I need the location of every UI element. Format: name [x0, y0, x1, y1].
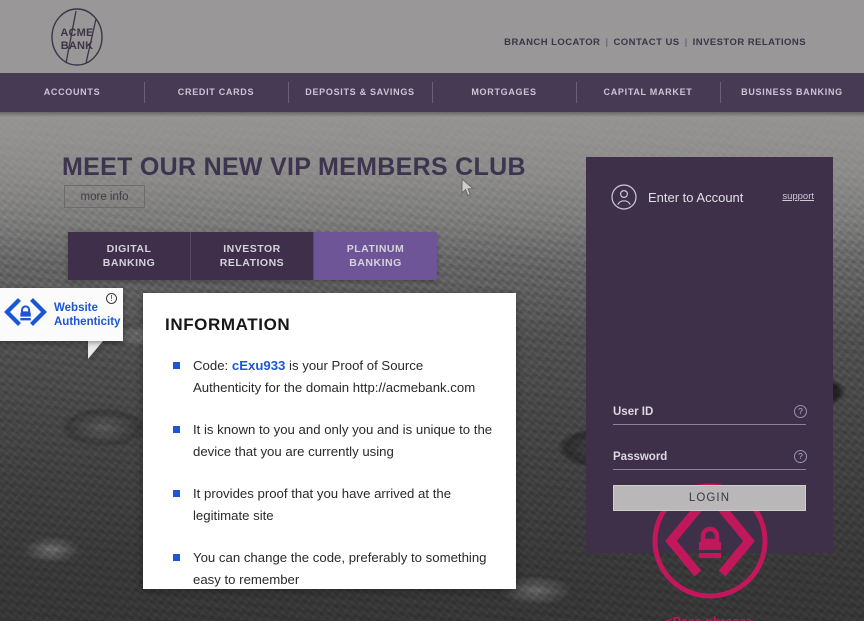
svg-text:BANK: BANK	[61, 40, 94, 52]
svg-text:ACME: ACME	[60, 27, 93, 39]
authenticity-badge-line2: Authenticity	[54, 315, 121, 328]
link-branch-locator[interactable]: BRANCH LOCATOR	[504, 37, 600, 48]
user-id-field[interactable]: User ID ?	[613, 405, 807, 425]
authenticity-badge-line1: Website	[54, 301, 98, 314]
tab-platinum-banking-line1: PLATINUM	[346, 243, 405, 255]
link-investor-relations[interactable]: INVESTOR RELATIONS	[693, 37, 806, 48]
authenticity-badge-label: Website Authenticity	[54, 301, 120, 329]
more-info-button[interactable]: more info	[64, 185, 145, 208]
info-item-2-text: It provides proof that you have arrived …	[193, 486, 452, 523]
nav-item-accounts[interactable]: ACCOUNTS	[0, 73, 144, 112]
square-bullet-icon	[173, 362, 180, 369]
hero-tab-group: DIGITAL BANKING INVESTOR RELATIONS PLATI…	[68, 232, 437, 280]
list-item: It is known to you and only you and is u…	[165, 419, 494, 463]
square-bullet-icon	[173, 490, 180, 497]
util-separator-1: |	[605, 37, 609, 48]
tab-digital-banking-line2: BANKING	[102, 257, 156, 269]
info-item-1-text: It is known to you and only you and is u…	[193, 422, 493, 459]
user-circle-icon	[611, 184, 637, 210]
link-contact-us[interactable]: CONTACT US	[613, 37, 679, 48]
list-item: It provides proof that you have arrived …	[165, 483, 494, 527]
tab-platinum-banking[interactable]: PLATINUM BANKING	[314, 232, 437, 280]
nav-item-business-banking[interactable]: BUSINESS BANKING	[720, 73, 864, 112]
information-panel-title: INFORMATION	[165, 315, 291, 334]
nav-item-capital-market[interactable]: CAPITAL MARKET	[576, 73, 720, 112]
main-navigation: ACCOUNTS CREDIT CARDS DEPOSITS & SAVINGS…	[0, 73, 864, 112]
header-utility-links: BRANCH LOCATOR | CONTACT US | INVESTOR RELAT…	[504, 37, 806, 48]
user-id-label: User ID	[613, 406, 654, 418]
passphrase-label: <Pass phrase>	[586, 615, 833, 621]
acme-bank-oval-logo[interactable]: ACME BANK	[46, 7, 108, 67]
nav-item-deposits-savings[interactable]: DEPOSITS & SAVINGS	[288, 73, 432, 112]
website-authenticity-badge[interactable]: Website Authenticity !	[0, 288, 123, 341]
tab-platinum-banking-line2: BANKING	[349, 257, 402, 269]
user-id-help-icon[interactable]: ?	[794, 405, 807, 418]
tab-investor-relations[interactable]: INVESTOR RELATIONS	[191, 232, 314, 280]
authenticity-code: cExu933	[231, 358, 286, 373]
tab-digital-banking[interactable]: DIGITAL BANKING	[68, 232, 191, 280]
info-item-0-pre: Code:	[193, 358, 232, 373]
list-item: Code: cExu933 is your Proof of Source Au…	[165, 355, 494, 399]
login-panel-header: Enter to Account	[611, 184, 743, 210]
password-field[interactable]: Password ?	[613, 450, 807, 470]
page-root: ACME BANK BRANCH LOCATOR | CONTACT US | INVE…	[0, 0, 864, 621]
nav-item-mortgages[interactable]: MORTGAGES	[432, 73, 576, 112]
square-bullet-icon	[173, 426, 180, 433]
nav-item-credit-cards[interactable]: CREDIT CARDS	[144, 73, 288, 112]
mouse-pointer-icon	[461, 177, 475, 198]
user-id-underline	[613, 424, 806, 425]
tab-investor-relations-line1: INVESTOR	[223, 243, 281, 255]
tab-investor-relations-line2: RELATIONS	[219, 257, 285, 269]
list-item: You can change the code, preferably to s…	[165, 547, 494, 591]
support-link[interactable]: support	[782, 191, 814, 202]
password-help-icon[interactable]: ?	[794, 450, 807, 463]
login-panel-title: Enter to Account	[648, 189, 744, 205]
login-button[interactable]: LOGIN	[613, 485, 806, 511]
password-underline	[613, 469, 806, 470]
password-label: Password	[613, 451, 668, 463]
util-separator-2: |	[684, 37, 688, 48]
hero-headline: MEET OUR NEW VIP MEMBERS CLUB	[62, 153, 526, 181]
info-circle-icon[interactable]: !	[106, 293, 117, 304]
site-header: ACME BANK BRANCH LOCATOR | CONTACT US | INVE…	[0, 0, 864, 73]
information-bullet-list: Code: cExu933 is your Proof of Source Au…	[165, 355, 494, 591]
nav-drop-shadow	[0, 112, 864, 117]
tab-digital-banking-line1: DIGITAL	[106, 243, 152, 255]
authenticity-badge-tail	[88, 341, 103, 359]
chevron-lock-icon	[4, 297, 47, 332]
square-bullet-icon	[173, 554, 180, 561]
information-panel: INFORMATION Code: cExu933 is your Proof …	[143, 293, 516, 589]
info-item-3-text: You can change the code, preferably to s…	[193, 550, 487, 587]
